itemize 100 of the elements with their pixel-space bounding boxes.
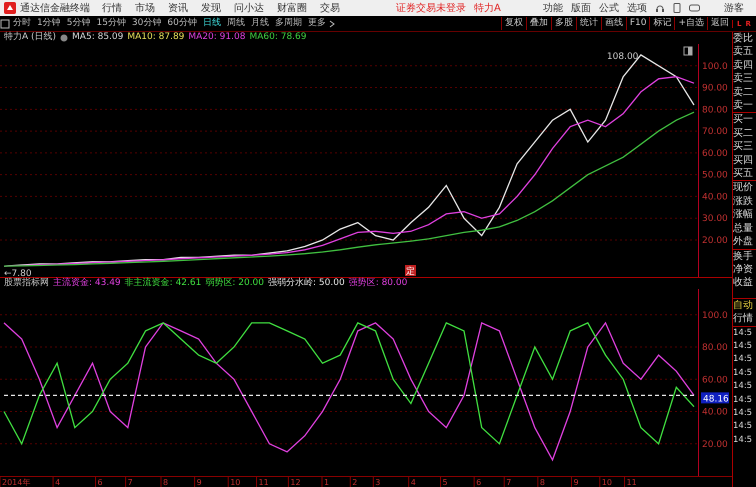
trade-time: 14:5 — [733, 380, 754, 394]
legend-value: 非主流资金: 42.61 — [124, 276, 202, 290]
axis-label: 10 — [602, 478, 612, 487]
menu-item[interactable]: 功能 — [543, 0, 563, 16]
price-annotation: 108.00 — [606, 52, 638, 62]
toolbar-button[interactable]: F10 — [626, 16, 650, 30]
menu-item[interactable]: 交易 — [320, 0, 340, 16]
quote-label: 卖五 — [733, 45, 754, 59]
axis-label: 2014年 — [2, 478, 30, 487]
price-annotation: ←7.80 — [4, 269, 32, 277]
quote-label: 卖二 — [733, 86, 754, 100]
quote-label: 委比 — [733, 32, 754, 46]
axis-label: 100.0 — [702, 62, 728, 72]
quote-label: 买一 — [733, 112, 756, 127]
menu-item[interactable]: 版面 — [571, 0, 591, 16]
axis-label: 40.00 — [702, 408, 728, 418]
axis-label: 60.00 — [702, 375, 728, 386]
mode-label[interactable]: 行情 — [733, 312, 756, 326]
axis-label: 6 — [476, 478, 482, 487]
period-tab[interactable]: 日线 — [200, 16, 224, 30]
axis-label: 6 — [98, 478, 103, 487]
trade-time: 14:5 — [733, 366, 754, 380]
period-tab[interactable]: 月线 — [248, 16, 272, 30]
quote-label: 涨幅 — [733, 208, 754, 222]
phone-icon[interactable] — [673, 3, 681, 13]
toolbar-button[interactable]: 多股 — [550, 16, 576, 30]
menu-item[interactable]: 选项 — [627, 0, 647, 16]
login-notice[interactable]: 证券交易未登录 — [396, 0, 466, 16]
quote-label: 卖四 — [733, 58, 754, 72]
event-marker[interactable]: 定 — [405, 265, 416, 277]
legend-value: MA20: 91.08 — [188, 31, 246, 44]
axis-label: 5 — [442, 478, 448, 487]
quote-label: 涨跌 — [733, 194, 754, 208]
axis-label: 30.00 — [702, 214, 728, 224]
period-tab[interactable]: 5分钟 — [64, 16, 94, 30]
axis-label: 50.00 — [702, 170, 728, 181]
legend-value: MA60: 78.69 — [249, 31, 306, 44]
mode-label[interactable]: 自动 — [733, 298, 756, 312]
toolbar-button[interactable]: 画线 — [600, 16, 626, 30]
quote-label: 卖三 — [733, 72, 754, 86]
period-tab[interactable]: 周线 — [224, 16, 248, 30]
trade-time: 14:5 — [733, 434, 754, 447]
period-tab[interactable]: 60分钟 — [164, 16, 200, 30]
period-tab[interactable]: 30分钟 — [128, 16, 164, 30]
quote-label: 换手 — [733, 248, 756, 263]
toolbar-button[interactable]: 复权 — [500, 16, 526, 30]
axis-label: 12 — [290, 478, 301, 487]
menu-item[interactable]: 资讯 — [168, 0, 188, 16]
user-label[interactable]: 游客 — [724, 0, 744, 16]
quote-label: 净资 — [733, 262, 754, 276]
legend-value: MA5: 85.09 — [72, 31, 124, 44]
app-title: 通达信金融终端 — [20, 2, 90, 16]
period-tab[interactable]: 分时 — [10, 16, 34, 30]
axis-label: 8 — [540, 478, 545, 487]
toolbar-button[interactable]: 统计 — [576, 16, 601, 30]
toolbar-button[interactable]: 返回 — [707, 16, 732, 30]
trade-time: 14:5 — [733, 340, 754, 353]
legend-value: 强势区: 80.00 — [348, 276, 408, 290]
axis-label: 8 — [163, 478, 168, 487]
axis-label: 11 — [258, 478, 269, 487]
axis-label: 1 — [324, 478, 330, 487]
menu-item[interactable]: 财富圈 — [277, 0, 307, 16]
menu-item[interactable]: 市场 — [135, 0, 155, 16]
legend-value: MA10: 87.89 — [127, 31, 184, 44]
period-tab[interactable]: 更多 — [304, 16, 329, 30]
quote-label: 买二 — [733, 126, 754, 140]
quote-label: 买三 — [733, 140, 754, 154]
panel-toggle-icon[interactable] — [0, 18, 10, 28]
toolbar-button[interactable]: 叠加 — [526, 16, 551, 30]
layout-icon — [684, 46, 692, 56]
axis-label: 7 — [128, 478, 133, 487]
axis-label: 100.0 — [702, 310, 728, 321]
menu-item[interactable]: 行情 — [102, 0, 122, 16]
headset-icon[interactable] — [655, 3, 665, 13]
legend-value: 强弱分水岭: 50.00 — [268, 276, 345, 290]
legend-value: 弱势区: 20.00 — [205, 276, 264, 290]
toolbar-button[interactable]: 标记 — [649, 16, 674, 30]
quote-label: 外盘 — [733, 235, 754, 248]
axis-label: 9 — [573, 478, 579, 487]
menu-item[interactable]: 问小达 — [234, 0, 264, 16]
axis-label: 20.00 — [702, 236, 728, 246]
menu-item[interactable]: 发现 — [201, 0, 221, 16]
trade-time: 14:5 — [733, 353, 754, 366]
axis-label: 60.00 — [702, 148, 728, 159]
axis-label: 2 — [352, 478, 358, 487]
axis-label: 40.00 — [702, 192, 728, 202]
quote-label: 收益 — [733, 276, 754, 290]
menu-item[interactable]: 公式 — [599, 0, 619, 16]
trade-time: 14:5 — [733, 394, 754, 407]
chevron-icon[interactable] — [328, 20, 335, 28]
axis-label: 80.00 — [702, 105, 728, 116]
period-tab[interactable]: 1分钟 — [34, 16, 64, 30]
trade-time: 14:5 — [733, 406, 754, 420]
axis-label: 20.00 — [702, 440, 728, 450]
axis-label: 90.00 — [702, 84, 728, 94]
period-tab[interactable]: 多周期 — [272, 16, 305, 30]
toolbar-button[interactable]: +自选 — [674, 16, 707, 30]
current-value-tag: 48.16 — [701, 392, 729, 404]
axis-label: 10 — [230, 478, 240, 487]
period-tab[interactable]: 15分钟 — [93, 16, 129, 30]
